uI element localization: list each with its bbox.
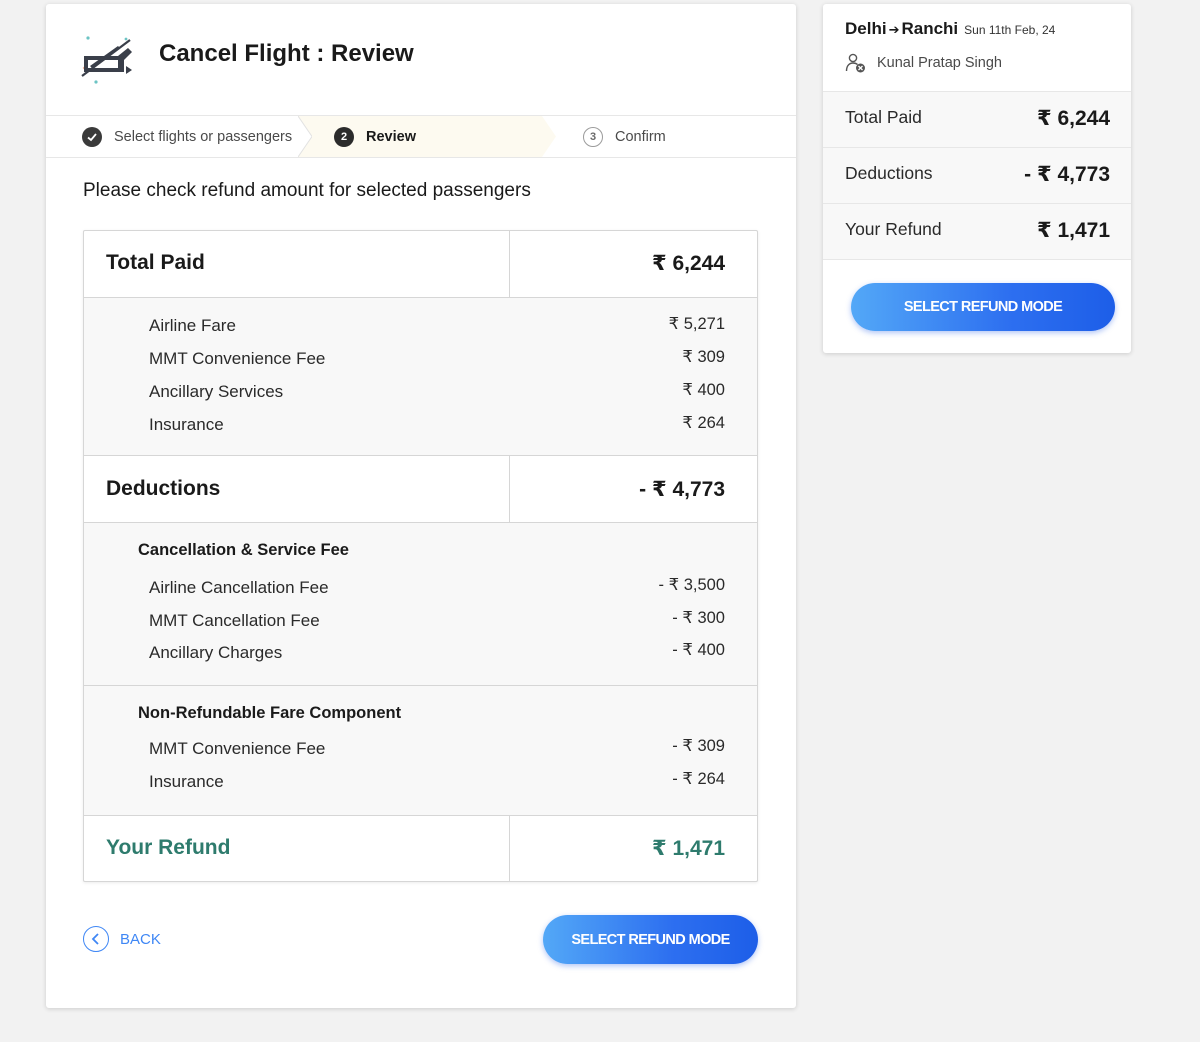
- step-label: Select flights or passengers: [114, 129, 293, 145]
- summary-refund-amount: ₹ 1,471: [1037, 219, 1110, 242]
- origin-city: Delhi: [845, 19, 887, 38]
- list-item: Insurance: [149, 415, 224, 434]
- total-paid-row: Total Paid ₹ 6,244: [84, 231, 757, 298]
- list-item-amount: ₹ 400: [682, 381, 725, 399]
- group-title: Non-Refundable Fare Component: [138, 704, 402, 722]
- flight-cancel-icon: [81, 36, 132, 84]
- booking-summary-card: Delhi ➔ Ranchi Sun 11th Feb, 24 Kunal Pr…: [823, 4, 1131, 353]
- total-paid-label: Total Paid: [106, 251, 205, 274]
- list-item-amount: ₹ 264: [682, 414, 725, 432]
- list-item-amount: - ₹ 309: [672, 737, 725, 755]
- deductions-label: Deductions: [106, 477, 221, 500]
- list-item-amount: ₹ 5,271: [668, 315, 725, 333]
- refund-amount: ₹ 1,471: [652, 837, 725, 860]
- summary-select-refund-mode-button[interactable]: SELECT REFUND MODE: [851, 283, 1115, 331]
- list-item-amount: - ₹ 3,500: [658, 576, 725, 594]
- passenger-info: Kunal Pratap Singh: [845, 52, 1002, 74]
- list-item: MMT Convenience Fee: [149, 739, 326, 758]
- list-item: Ancillary Charges: [149, 643, 283, 662]
- total-paid-amount: ₹ 6,244: [652, 252, 725, 275]
- progress-stepper: Select flights or passengers 2 Review 3 …: [46, 116, 796, 158]
- step-confirm[interactable]: 3 Confirm: [583, 116, 666, 158]
- refund-breakdown-table: Total Paid ₹ 6,244 Airline Fare ₹ 5,271 …: [83, 230, 758, 882]
- summary-refund-label: Your Refund: [845, 219, 942, 239]
- total-paid-items: Airline Fare ₹ 5,271 MMT Convenience Fee…: [84, 298, 757, 456]
- cancel-flight-card: Cancel Flight : Review Select flights or…: [46, 4, 796, 1008]
- list-item: Ancillary Services: [149, 382, 284, 401]
- list-item-amount: - ₹ 400: [672, 641, 725, 659]
- deductions-amount: - ₹ 4,773: [639, 478, 725, 501]
- summary-deductions-label: Deductions: [845, 163, 933, 183]
- destination-city: Ranchi: [901, 19, 959, 38]
- summary-total-paid-row: Total Paid ₹ 6,244: [823, 92, 1131, 148]
- summary-refund-row: Your Refund ₹ 1,471: [823, 204, 1131, 260]
- deductions-row: Deductions - ₹ 4,773: [84, 456, 757, 523]
- group-title: Cancellation & Service Fee: [138, 541, 349, 559]
- cancellation-fee-group: Cancellation & Service Fee Airline Cance…: [84, 523, 757, 686]
- travel-date: Sun 11th Feb, 24: [964, 23, 1056, 37]
- passenger-name: Kunal Pratap Singh: [877, 55, 1002, 71]
- instruction-text: Please check refund amount for selected …: [83, 180, 531, 201]
- step-number: 2: [334, 127, 354, 147]
- select-refund-mode-button[interactable]: SELECT REFUND MODE: [543, 915, 758, 964]
- list-item-amount: - ₹ 264: [672, 770, 725, 788]
- check-icon: [82, 127, 102, 147]
- list-item: MMT Convenience Fee: [149, 349, 326, 368]
- list-item: Insurance: [149, 772, 224, 791]
- step-number: 3: [583, 127, 603, 147]
- step-label: Confirm: [615, 129, 666, 145]
- your-refund-row: Your Refund ₹ 1,471: [84, 816, 757, 882]
- step-label: Review: [366, 129, 416, 145]
- summary-header: Delhi ➔ Ranchi Sun 11th Feb, 24 Kunal Pr…: [823, 4, 1131, 92]
- back-button[interactable]: BACK: [83, 926, 161, 952]
- back-label: BACK: [120, 930, 161, 948]
- arrow-right-icon: ➔: [888, 22, 900, 37]
- step-review[interactable]: 2 Review: [334, 116, 416, 158]
- chevron-left-icon: [83, 926, 109, 952]
- summary-total-paid-amount: ₹ 6,244: [1037, 107, 1110, 130]
- step-select-flights[interactable]: Select flights or passengers: [82, 116, 292, 158]
- list-item-amount: ₹ 309: [682, 348, 725, 366]
- summary-total-paid-label: Total Paid: [845, 107, 922, 127]
- non-refundable-group: Non-Refundable Fare Component MMT Conven…: [84, 686, 757, 816]
- summary-deductions-row: Deductions - ₹ 4,773: [823, 148, 1131, 204]
- page-header: Cancel Flight : Review: [46, 4, 796, 116]
- step-separator: [298, 116, 312, 157]
- route: Delhi ➔ Ranchi Sun 11th Feb, 24: [845, 19, 1055, 39]
- list-item: MMT Cancellation Fee: [149, 611, 320, 630]
- list-item: Airline Cancellation Fee: [149, 578, 329, 597]
- summary-deductions-amount: - ₹ 4,773: [1024, 163, 1110, 186]
- passenger-cancel-icon: [845, 53, 865, 73]
- list-item: Airline Fare: [149, 316, 236, 335]
- page-title: Cancel Flight : Review: [159, 40, 414, 67]
- refund-label: Your Refund: [106, 836, 231, 859]
- list-item-amount: - ₹ 300: [672, 609, 725, 627]
